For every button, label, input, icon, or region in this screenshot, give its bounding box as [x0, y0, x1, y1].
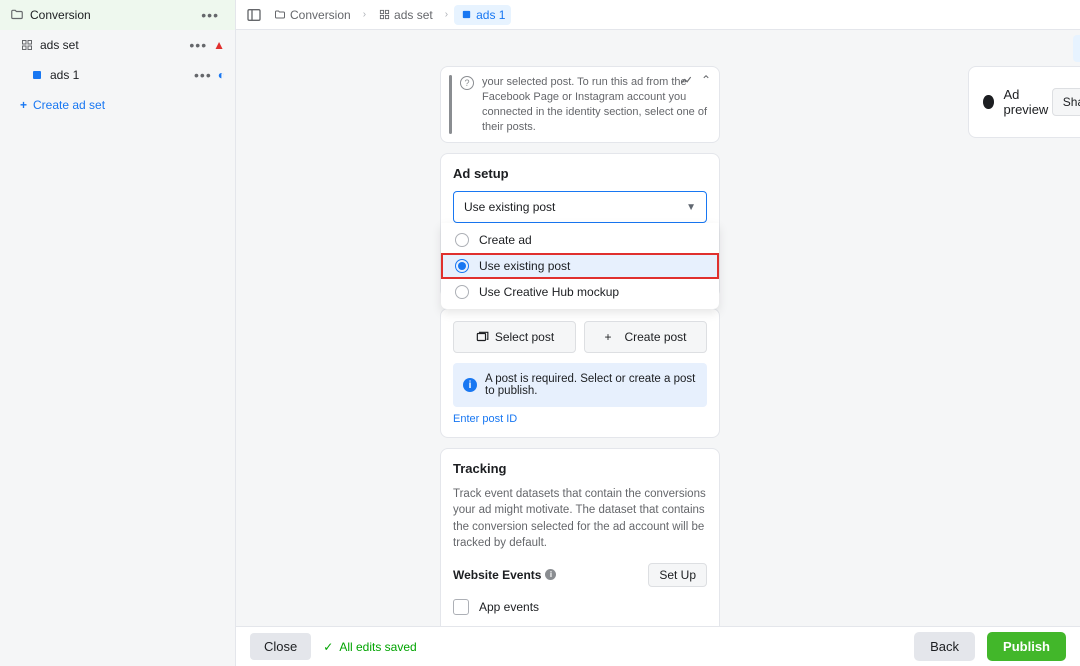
back-button[interactable]: Back — [914, 632, 975, 661]
plus-icon: + — [20, 98, 27, 112]
breadcrumb-adset[interactable]: ads set — [372, 5, 439, 25]
option-label: Use Creative Hub mockup — [479, 285, 619, 299]
ad-icon — [460, 9, 472, 21]
ad-setup-dropdown[interactable]: Use existing post ▼ — [453, 191, 707, 223]
notice-accent — [449, 75, 452, 134]
chart-icon[interactable] — [679, 73, 693, 90]
enter-post-id-link[interactable]: Enter post ID — [453, 413, 517, 425]
chevron-right-icon: › — [445, 9, 448, 20]
sidebar-item-campaign[interactable]: Conversion ••• — [0, 0, 235, 30]
create-label: Create ad set — [33, 98, 105, 112]
check-icon: ✓ — [323, 640, 333, 654]
edit-button[interactable]: Edit — [1073, 35, 1080, 62]
info-icon: ? — [460, 76, 474, 90]
radio-icon — [455, 233, 469, 247]
ad-preview-card: Ad preview Share ▼ ⤢ Advanced preview — [968, 66, 1080, 138]
footer-bar: Close ✓ All edits saved Back Publish — [236, 626, 1080, 666]
sidebar-item-label: Conversion — [30, 8, 201, 22]
ad-setup-card: Ad setup Use existing post ▼ Create ad U… — [440, 153, 720, 298]
folder-icon — [274, 9, 286, 21]
breadcrumb-label: ads 1 — [476, 8, 505, 22]
radio-icon — [455, 259, 469, 273]
option-creative-hub[interactable]: Use Creative Hub mockup — [441, 279, 719, 305]
option-label: Use existing post — [479, 259, 570, 273]
option-label: Create ad — [479, 233, 532, 247]
publish-button[interactable]: Publish — [987, 632, 1066, 661]
share-label: Share — [1063, 95, 1080, 109]
toolbar: Edit Review — [236, 30, 1080, 66]
button-label: Select post — [495, 330, 554, 344]
create-ad-set-link[interactable]: + Create ad set — [0, 90, 235, 120]
alert-text: A post is required. Select or create a p… — [485, 373, 697, 397]
ad-setup-title: Ad setup — [453, 166, 707, 181]
create-post-button[interactable]: + Create post — [584, 321, 707, 353]
chevron-up-icon[interactable]: ⌃ — [701, 73, 711, 90]
sidebar: Conversion ••• ads set ••• ▲ ads 1 ••• ◐… — [0, 0, 236, 666]
sidebar-item-adset[interactable]: ads set ••• ▲ — [0, 30, 235, 60]
grid-icon — [20, 38, 34, 52]
identity-notice-card: ? your selected post. To run this ad fro… — [440, 66, 720, 143]
dropdown-value: Use existing post — [464, 200, 555, 214]
setup-button[interactable]: Set Up — [648, 563, 707, 587]
sidebar-item-label: ads 1 — [50, 68, 194, 82]
close-button[interactable]: Close — [250, 633, 311, 660]
caret-down-icon: ▼ — [686, 202, 696, 213]
sidebar-item-ad[interactable]: ads 1 ••• ◐ — [0, 60, 235, 90]
select-post-button[interactable]: Select post — [453, 321, 576, 353]
ad-setup-options: Create ad Use existing post Use Creative… — [441, 223, 719, 309]
plus-icon: + — [604, 330, 618, 344]
tracking-description: Track event datasets that contain the co… — [453, 486, 707, 550]
info-icon: i — [463, 378, 477, 392]
ad-icon — [30, 68, 44, 82]
status-half-icon: ◐ — [218, 68, 225, 82]
button-label: Create post — [624, 330, 686, 344]
folder-icon — [10, 8, 24, 22]
more-icon[interactable]: ••• — [194, 67, 212, 83]
top-bar: Conversion › ads set › ads 1 — [236, 0, 1080, 30]
more-icon[interactable]: ••• — [201, 7, 219, 23]
saved-status: ✓ All edits saved — [323, 640, 416, 654]
tracking-title: Tracking — [453, 461, 707, 476]
post-selection-card: Select post + Create post i A post is re… — [440, 308, 720, 438]
info-icon[interactable]: i — [545, 569, 556, 580]
grid-icon — [378, 9, 390, 21]
option-use-existing-post[interactable]: Use existing post — [441, 253, 719, 279]
breadcrumb-campaign[interactable]: Conversion — [268, 5, 357, 25]
breadcrumb-ad[interactable]: ads 1 — [454, 5, 511, 25]
saved-label: All edits saved — [339, 640, 416, 654]
radio-icon — [455, 285, 469, 299]
chevron-right-icon: › — [363, 9, 366, 20]
preview-toggle[interactable] — [983, 95, 994, 109]
sidebar-item-label: ads set — [40, 38, 189, 52]
app-events-label: App events — [479, 600, 539, 614]
app-events-checkbox[interactable] — [453, 599, 469, 615]
notice-text: your selected post. To run this ad from … — [482, 75, 709, 134]
preview-title: Ad preview — [1004, 87, 1052, 117]
warning-icon: ▲ — [213, 38, 225, 52]
cards-icon — [475, 330, 489, 344]
more-icon[interactable]: ••• — [189, 37, 207, 53]
option-create-ad[interactable]: Create ad — [441, 227, 719, 253]
breadcrumb-label: ads set — [394, 8, 433, 22]
breadcrumb-label: Conversion — [290, 8, 351, 22]
post-required-alert: i A post is required. Select or create a… — [453, 363, 707, 407]
panel-toggle-icon[interactable] — [246, 7, 262, 23]
website-events-label: Website Events i — [453, 568, 556, 582]
share-button[interactable]: Share ▼ — [1052, 88, 1080, 116]
